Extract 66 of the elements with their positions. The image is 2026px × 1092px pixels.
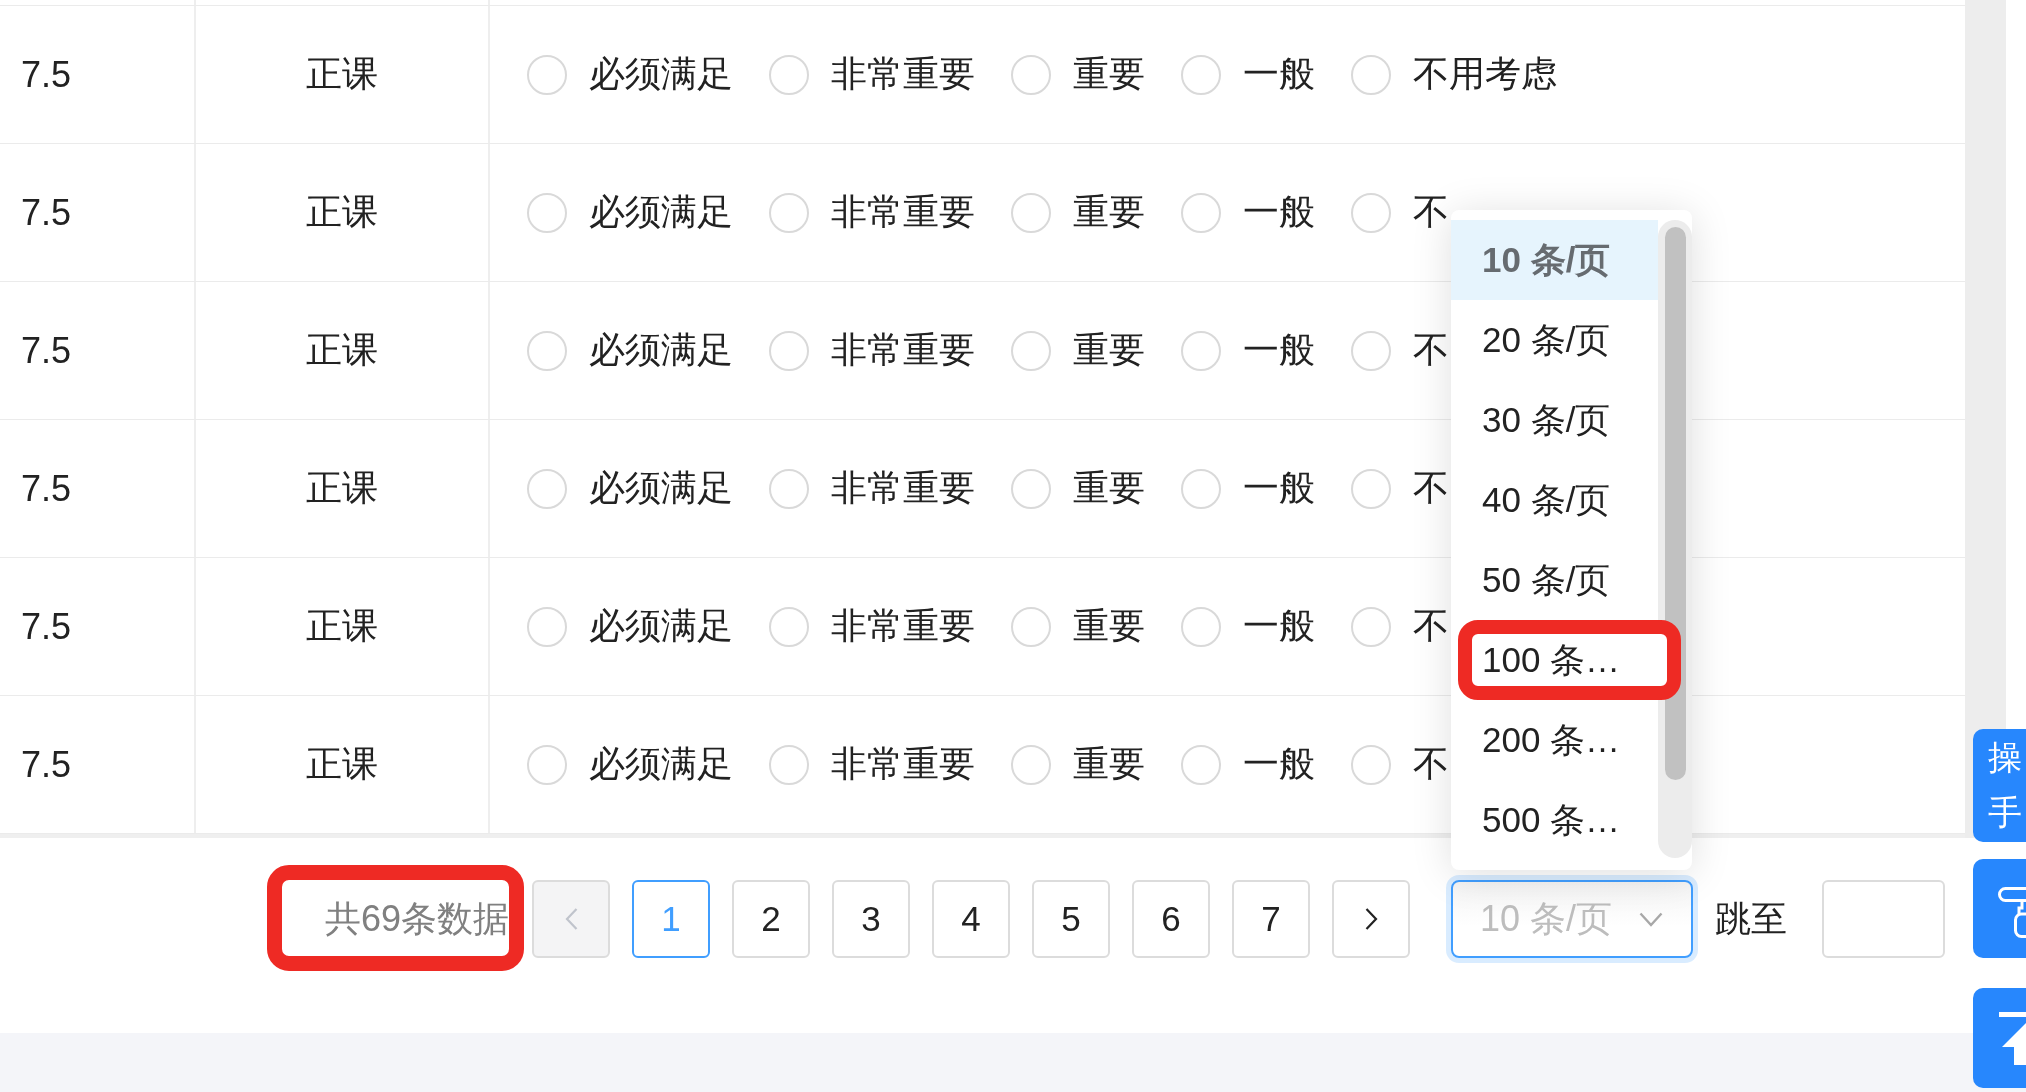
- radio-option[interactable]: 不: [1351, 740, 1449, 789]
- radio-option[interactable]: 必须满足: [527, 50, 733, 99]
- menu-item[interactable]: 30 条/页: [1451, 380, 1658, 460]
- radio-option[interactable]: 不: [1351, 326, 1449, 375]
- radio-option[interactable]: 必须满足: [527, 602, 733, 651]
- table-cell: 正课: [196, 144, 490, 281]
- roller-icon: [1998, 887, 2026, 938]
- radio-option[interactable]: 重要: [1011, 740, 1145, 789]
- page-button[interactable]: 3: [832, 880, 910, 958]
- radio-option[interactable]: 不: [1351, 602, 1449, 651]
- page-jump-field[interactable]: [1822, 880, 1945, 958]
- page-button[interactable]: 5: [1032, 880, 1110, 958]
- total-count-text: 共69条数据: [325, 896, 510, 941]
- radio-option[interactable]: 重要: [1011, 188, 1145, 237]
- side-button[interactable]: [1973, 859, 2026, 958]
- radio-option[interactable]: 非常重要: [769, 602, 975, 651]
- radio-option[interactable]: 一般: [1181, 188, 1315, 237]
- menu-item[interactable]: 10 条/页: [1451, 220, 1658, 300]
- radio-option[interactable]: 非常重要: [769, 464, 975, 513]
- table-cell: 正课: [196, 6, 490, 143]
- radio-option[interactable]: 必须满足: [527, 464, 733, 513]
- chevron-down-icon: [1639, 911, 1663, 927]
- radio-option[interactable]: 必须满足: [527, 188, 733, 237]
- table-cell: 正课: [196, 282, 490, 419]
- menu-item[interactable]: 500 条…: [1451, 780, 1658, 860]
- radio-option[interactable]: 重要: [1011, 50, 1145, 99]
- radio-option[interactable]: 重要: [1011, 326, 1145, 375]
- radio-option[interactable]: 必须满足: [527, 326, 733, 375]
- page-button[interactable]: 6: [1132, 880, 1210, 958]
- table-cell: 正课: [196, 420, 490, 557]
- radio-option[interactable]: 非常重要: [769, 740, 975, 789]
- menu-item[interactable]: 20 条/页: [1451, 300, 1658, 380]
- back-to-top-button[interactable]: [1973, 988, 2026, 1088]
- page-button[interactable]: 7: [1232, 880, 1310, 958]
- radio-option[interactable]: 一般: [1181, 326, 1315, 375]
- chevron-right-icon: [1364, 908, 1378, 930]
- radio-option[interactable]: 一般: [1181, 602, 1315, 651]
- table-cell: 7.5: [0, 420, 196, 557]
- next-page-button[interactable]: [1332, 880, 1410, 958]
- radio-option[interactable]: 不: [1351, 188, 1449, 237]
- table-cell: 7.5: [0, 282, 196, 419]
- menu-item[interactable]: 40 条/页: [1451, 460, 1658, 540]
- radio-option[interactable]: 非常重要: [769, 50, 975, 99]
- chevron-left-icon: [564, 908, 578, 930]
- radio-option[interactable]: 重要: [1011, 464, 1145, 513]
- radio-option[interactable]: 不用考虑: [1351, 50, 1557, 99]
- menu-item[interactable]: 50 条/页: [1451, 540, 1658, 620]
- jump-to-label: 跳至: [1715, 896, 1787, 941]
- radio-option[interactable]: 不: [1351, 464, 1449, 513]
- radio-option[interactable]: 一般: [1181, 50, 1315, 99]
- page-button[interactable]: 4: [932, 880, 1010, 958]
- table-cell: 正课: [196, 558, 490, 695]
- radio-option[interactable]: 一般: [1181, 740, 1315, 789]
- radio-option[interactable]: 非常重要: [769, 188, 975, 237]
- side-button[interactable]: 操 手: [1973, 729, 2026, 842]
- table-cell: 7.5: [0, 6, 196, 143]
- radio-option[interactable]: 重要: [1011, 602, 1145, 651]
- radio-option[interactable]: 一般: [1181, 464, 1315, 513]
- radio-option[interactable]: 非常重要: [769, 326, 975, 375]
- back-to-top-icon: [1999, 1012, 2026, 1065]
- table-cell: 7.5: [0, 558, 196, 695]
- menu-item[interactable]: 200 条…: [1451, 700, 1658, 780]
- menu-item[interactable]: 100 条…: [1458, 620, 1681, 700]
- page-button[interactable]: 2: [732, 880, 810, 958]
- table-cell: 7.5: [0, 144, 196, 281]
- radio-option[interactable]: 必须满足: [527, 740, 733, 789]
